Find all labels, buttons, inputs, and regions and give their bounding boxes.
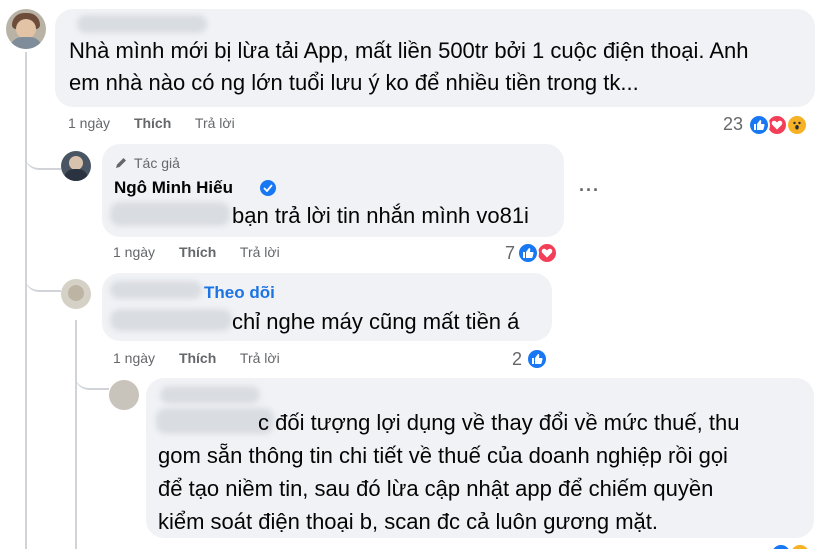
- wow-icon: [789, 543, 811, 549]
- avatar[interactable]: [6, 9, 46, 49]
- avatar[interactable]: [109, 380, 139, 410]
- thread-connector: [25, 268, 61, 292]
- comment-actions: 1 ngày Thích Trả lời: [113, 350, 300, 366]
- mention-redacted: [110, 202, 230, 226]
- reply-link[interactable]: Trả lời: [195, 115, 235, 131]
- comment-text: kiểm soát điện thoại b, scan đc cả luôn …: [158, 509, 658, 534]
- comment-bubble: Tác giả Ngô Minh Hiếu bạn trả lời tin nh…: [102, 144, 564, 237]
- comment-time[interactable]: 1 ngày: [113, 244, 155, 260]
- text-redacted: [156, 408, 274, 434]
- comment-bubble: Theo dõi chỉ nghe máy cũng mất tiền á: [102, 273, 552, 341]
- avatar[interactable]: [61, 279, 91, 309]
- comment-text: gom sẵn thông tin chi tiết về thuế của d…: [158, 443, 728, 468]
- like-link[interactable]: Thích: [179, 244, 216, 260]
- thread-line: [75, 320, 77, 549]
- thread-connector: [25, 150, 61, 170]
- thread-line: [25, 52, 27, 549]
- comment-bubble: c đối tượng lợi dụng về thay đổi về mức …: [146, 378, 814, 538]
- comment-actions: 1 ngày Thích Trả lời: [68, 115, 255, 131]
- comment-bubble: Nhà mình mới bị lừa tải App, mất liền 50…: [55, 9, 815, 107]
- reply-link[interactable]: Trả lời: [240, 244, 280, 260]
- pencil-icon: [116, 158, 126, 168]
- comment-text: c đối tượng lợi dụng về thay đổi về mức …: [258, 410, 740, 435]
- like-icon: [526, 348, 548, 370]
- author-badge: Tác giả: [134, 155, 180, 171]
- comment-time[interactable]: 1 ngày: [68, 115, 110, 131]
- comment-text: Nhà mình mới bị lừa tải App, mất liền 50…: [69, 38, 749, 63]
- comment-text: bạn trả lời tin nhắn mình vo81i: [232, 203, 529, 228]
- mention-redacted: [110, 309, 232, 331]
- comment-text: để tạo niềm tin, sau đó lừa cập nhật app…: [158, 476, 714, 501]
- comment-time[interactable]: 1 ngày: [113, 350, 155, 366]
- thread-connector: [75, 372, 109, 390]
- like-icon: [517, 242, 539, 264]
- author-name-redacted: [77, 15, 207, 33]
- comment-text: chỉ nghe máy cũng mất tiền á: [232, 309, 520, 334]
- follow-button[interactable]: Theo dõi: [204, 283, 275, 303]
- author-name[interactable]: Ngô Minh Hiếu: [114, 178, 233, 198]
- reaction-count[interactable]: 23: [723, 114, 743, 135]
- reaction-count[interactable]: 7: [505, 243, 515, 264]
- like-link[interactable]: Thích: [179, 350, 216, 366]
- like-icon: [748, 114, 770, 136]
- like-link[interactable]: Thích: [134, 115, 171, 131]
- author-name-redacted: [160, 386, 260, 404]
- more-options-button[interactable]: ···: [579, 180, 600, 201]
- reaction-count[interactable]: 2: [512, 349, 522, 370]
- wow-icon: [786, 114, 808, 136]
- like-icon: [770, 543, 792, 549]
- avatar[interactable]: [61, 151, 91, 181]
- comment-text: em nhà nào có ng lớn tuổi lưu ý ko để nh…: [69, 70, 639, 95]
- love-icon: [536, 242, 558, 264]
- author-name-redacted: [110, 281, 202, 299]
- verified-icon: [260, 180, 276, 196]
- reply-link[interactable]: Trả lời: [240, 350, 280, 366]
- comment-actions: 1 ngày Thích Trả lời: [113, 244, 300, 260]
